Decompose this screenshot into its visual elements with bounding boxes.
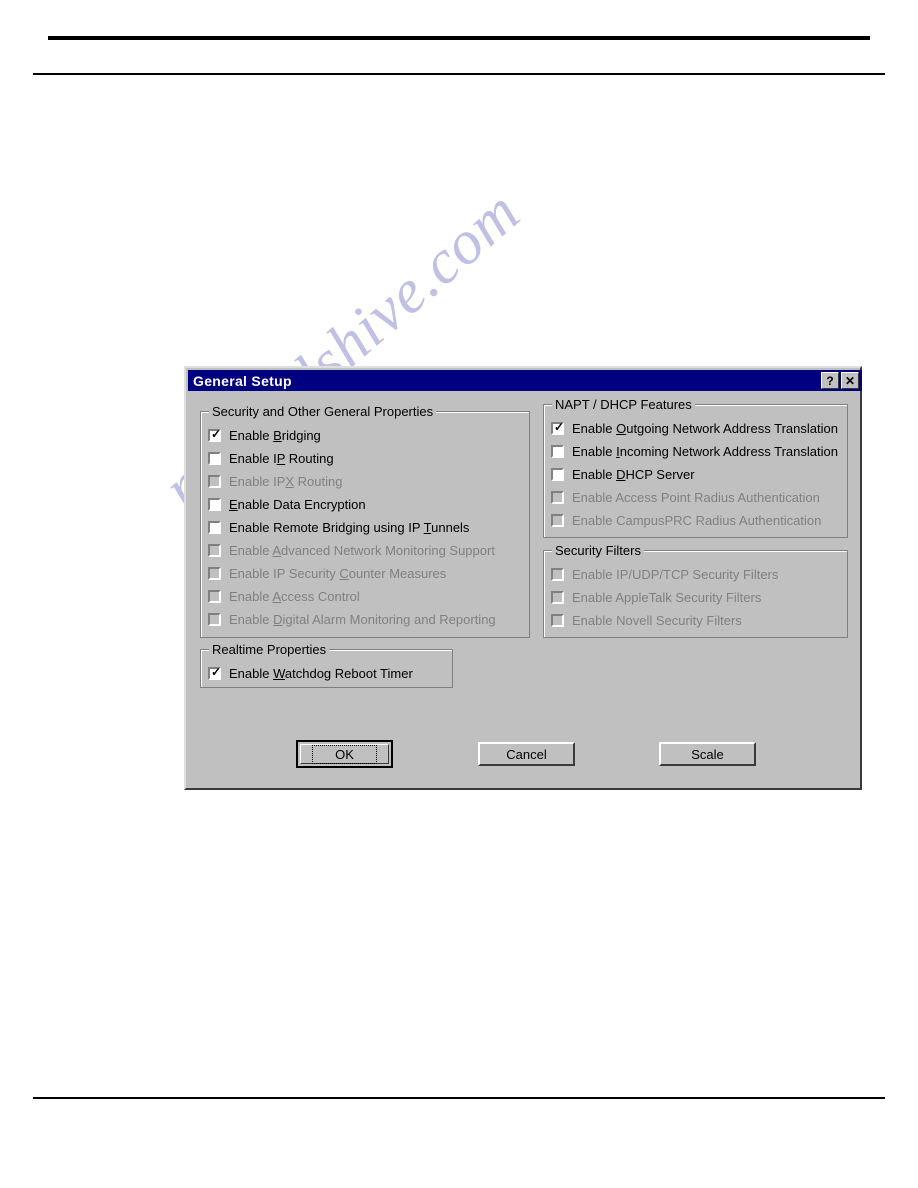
checkbox-row-enable-ip-routing[interactable]: Enable IP Routing	[208, 447, 525, 470]
checkbox-label-enable-incoming-network-address-translation: Enable Incoming Network Address Translat…	[572, 444, 838, 459]
checkbox-enable-watchdog-reboot-timer[interactable]: ✓	[208, 665, 222, 680]
checkmark-icon: ✓	[554, 420, 565, 434]
checkbox-label-enable-appletalk-security-filters: Enable AppleTalk Security Filters	[572, 590, 762, 605]
checkbox-label-enable-ipx-routing: Enable IPX Routing	[229, 474, 343, 489]
checkbox-enable-novell-security-filters	[551, 614, 564, 627]
ok-button-label: OK	[312, 744, 377, 764]
checkbox-label-enable-novell-security-filters: Enable Novell Security Filters	[572, 613, 742, 628]
checkbox-row-enable-bridging[interactable]: ✓ Enable Bridging	[208, 424, 525, 447]
checkbox-enable-ipx-routing	[208, 475, 221, 488]
group-security-filters: Security Filters Enable IP/UDP/TCP Secur…	[543, 543, 848, 638]
checkbox-row-enable-remote-bridging-using-ip-tunnels[interactable]: Enable Remote Bridging using IP Tunnels	[208, 516, 525, 539]
dialog-title: General Setup	[193, 372, 292, 389]
scale-button-label: Scale	[691, 746, 724, 762]
checkbox-row-enable-data-encryption[interactable]: Enable Data Encryption	[208, 493, 525, 516]
checkbox-label-enable-ip-udp-tcp-security-filters: Enable IP/UDP/TCP Security Filters	[572, 567, 779, 582]
checkbox-label-enable-watchdog-reboot-timer: Enable Watchdog Reboot Timer	[229, 666, 413, 681]
checkbox-row-enable-campusprc-radius-authentication: Enable CampusPRC Radius Authentication	[551, 509, 843, 532]
ok-button-inner: OK	[300, 744, 389, 764]
group-title-filters: Security Filters	[552, 543, 644, 558]
group-security-and-other-general-properties: Security and Other General Properties ✓ E…	[200, 404, 530, 638]
checkbox-label-enable-campusprc-radius-authentication: Enable CampusPRC Radius Authentication	[572, 513, 822, 528]
checkbox-enable-advanced-network-monitoring-support	[208, 544, 221, 557]
checkbox-row-enable-dhcp-server[interactable]: Enable DHCP Server	[551, 463, 843, 486]
checkbox-enable-digital-alarm-monitoring-and-reporting	[208, 613, 221, 626]
checkbox-row-enable-ip-security-counter-measures: Enable IP Security Counter Measures	[208, 562, 525, 585]
checkbox-label-enable-advanced-network-monitoring-support: Enable Advanced Network Monitoring Suppo…	[229, 543, 495, 558]
checkbox-row-enable-appletalk-security-filters: Enable AppleTalk Security Filters	[551, 586, 843, 609]
checkbox-enable-ip-routing[interactable]	[208, 452, 221, 465]
checkbox-enable-access-point-radius-authentication	[551, 491, 564, 504]
checkbox-label-enable-data-encryption: Enable Data Encryption	[229, 497, 366, 512]
cancel-button[interactable]: Cancel	[478, 742, 575, 766]
general-setup-dialog: General Setup ? ✕ Security and Other Gen…	[184, 366, 862, 790]
group-napt-dhcp-features: NAPT / DHCP Features ✓ Enable Outgoing Ne…	[543, 397, 848, 538]
checkbox-row-enable-novell-security-filters: Enable Novell Security Filters	[551, 609, 843, 632]
checkbox-enable-outgoing-network-address-translation[interactable]: ✓	[551, 420, 565, 435]
checkbox-enable-campusprc-radius-authentication	[551, 514, 564, 527]
page-header-rule-thick	[48, 36, 870, 40]
page-header-rule-thin	[33, 73, 885, 75]
group-title-security: Security and Other General Properties	[209, 404, 437, 419]
checkbox-list-napt: ✓ Enable Outgoing Network Address Transla…	[551, 417, 843, 532]
checkbox-enable-remote-bridging-using-ip-tunnels[interactable]	[208, 521, 221, 534]
checkbox-list-realtime: ✓ Enable Watchdog Reboot Timer	[208, 662, 448, 685]
checkmark-icon: ✓	[211, 665, 222, 679]
checkbox-list-security: ✓ Enable Bridging Enable IP Routing Enable …	[208, 424, 525, 631]
checkbox-row-enable-incoming-network-address-translation[interactable]: Enable Incoming Network Address Translat…	[551, 440, 843, 463]
checkbox-row-enable-outgoing-network-address-translation[interactable]: ✓ Enable Outgoing Network Address Transla…	[551, 417, 843, 440]
page-footer-rule	[33, 1097, 885, 1099]
checkbox-row-enable-advanced-network-monitoring-support: Enable Advanced Network Monitoring Suppo…	[208, 539, 525, 562]
checkbox-enable-dhcp-server[interactable]	[551, 468, 564, 481]
checkbox-list-filters: Enable IP/UDP/TCP Security Filters Enable…	[551, 563, 843, 632]
group-realtime-properties: Realtime Properties ✓ Enable Watchdog Reb…	[200, 642, 453, 688]
checkbox-enable-incoming-network-address-translation[interactable]	[551, 445, 564, 458]
checkbox-row-enable-watchdog-reboot-timer[interactable]: ✓ Enable Watchdog Reboot Timer	[208, 662, 448, 685]
cancel-button-label: Cancel	[506, 746, 547, 762]
close-icon[interactable]: ✕	[841, 372, 859, 389]
group-title-napt: NAPT / DHCP Features	[552, 397, 695, 412]
checkbox-enable-ip-udp-tcp-security-filters	[551, 568, 564, 581]
checkbox-row-enable-access-point-radius-authentication: Enable Access Point Radius Authenticatio…	[551, 486, 843, 509]
checkbox-row-enable-access-control: Enable Access Control	[208, 585, 525, 608]
checkbox-label-enable-ip-security-counter-measures: Enable IP Security Counter Measures	[229, 566, 447, 581]
checkbox-label-enable-access-point-radius-authentication: Enable Access Point Radius Authenticatio…	[572, 490, 820, 505]
ok-button[interactable]: OK	[296, 740, 393, 768]
checkbox-row-enable-ip-udp-tcp-security-filters: Enable IP/UDP/TCP Security Filters	[551, 563, 843, 586]
checkbox-enable-data-encryption[interactable]	[208, 498, 221, 511]
checkbox-label-enable-digital-alarm-monitoring-and-reporting: Enable Digital Alarm Monitoring and Repo…	[229, 612, 496, 627]
checkbox-label-enable-access-control: Enable Access Control	[229, 589, 360, 604]
checkbox-enable-appletalk-security-filters	[551, 591, 564, 604]
checkbox-label-enable-remote-bridging-using-ip-tunnels: Enable Remote Bridging using IP Tunnels	[229, 520, 470, 535]
checkbox-enable-bridging[interactable]: ✓	[208, 427, 222, 442]
scale-button[interactable]: Scale	[659, 742, 756, 766]
checkbox-row-enable-digital-alarm-monitoring-and-reporting: Enable Digital Alarm Monitoring and Repo…	[208, 608, 525, 631]
checkbox-label-enable-dhcp-server: Enable DHCP Server	[572, 467, 695, 482]
checkbox-enable-ip-security-counter-measures	[208, 567, 221, 580]
checkbox-label-enable-bridging: Enable Bridging	[229, 428, 321, 443]
checkbox-enable-access-control	[208, 590, 221, 603]
group-title-realtime: Realtime Properties	[209, 642, 330, 657]
checkmark-icon: ✓	[211, 427, 222, 441]
checkbox-label-enable-ip-routing: Enable IP Routing	[229, 451, 334, 466]
help-icon[interactable]: ?	[821, 372, 839, 389]
checkbox-row-enable-ipx-routing: Enable IPX Routing	[208, 470, 525, 493]
dialog-titlebar[interactable]: General Setup ? ✕	[188, 370, 862, 391]
checkbox-label-enable-outgoing-network-address-translation: Enable Outgoing Network Address Translat…	[572, 421, 838, 436]
